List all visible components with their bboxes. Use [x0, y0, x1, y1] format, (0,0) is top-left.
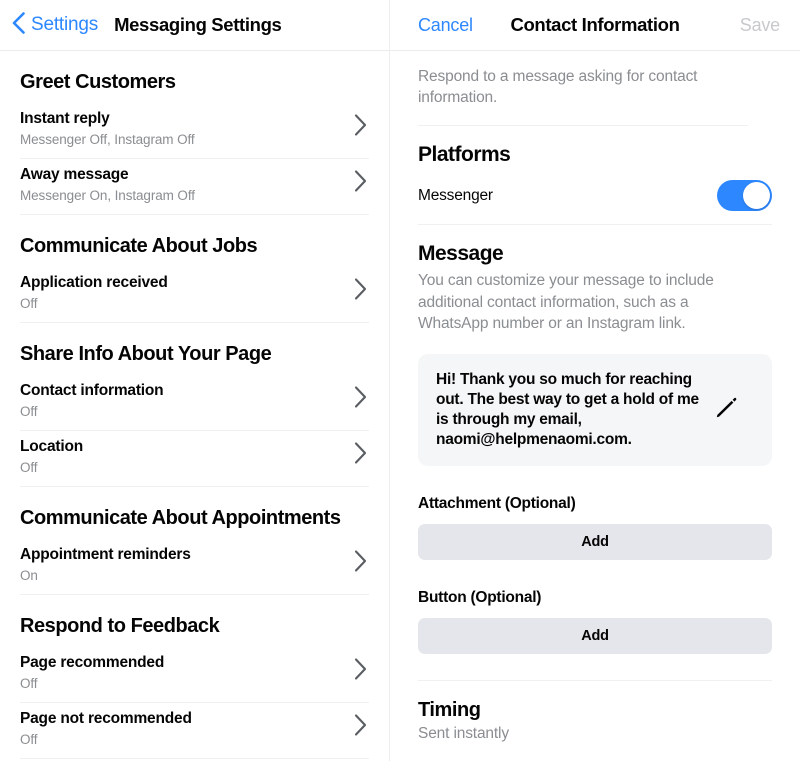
chevron-right-icon [354, 170, 367, 197]
settings-row-texts: Instant reply Messenger Off, Instagram Of… [20, 108, 195, 148]
chevron-right-icon [354, 658, 367, 685]
settings-row-texts: Location Off [20, 436, 83, 476]
section-heading: Communicate About Appointments [20, 507, 341, 529]
settings-row[interactable]: Location Off [20, 431, 369, 487]
chevron-right-icon [354, 714, 367, 741]
button-label: Button (Optional) [418, 588, 542, 606]
settings-row-texts: Page recommended Off [20, 652, 164, 692]
modal-title: Contact Information [510, 14, 680, 35]
section-heading: Communicate About Jobs [20, 235, 258, 257]
settings-row-status: Off [20, 732, 38, 747]
settings-row-title: Application received [20, 274, 168, 291]
intro-description: Respond to a message asking for contact … [418, 51, 748, 126]
settings-row-title: Location [20, 438, 83, 455]
section-heading: Share Info About Your Page [20, 343, 272, 365]
settings-row-texts: Appointment reminders On [20, 544, 191, 584]
chevron-right-icon [354, 550, 367, 577]
settings-row[interactable]: Appointment reminders On [20, 539, 369, 595]
settings-row-status: Off [20, 460, 38, 475]
page-title: Messaging Settings [114, 14, 282, 35]
settings-row[interactable]: Away message Messenger On, Instagram Off [20, 159, 369, 215]
settings-row-status: Off [20, 404, 38, 419]
chevron-left-icon [12, 11, 25, 39]
message-body-text: Hi! Thank you so much for reaching out. … [436, 370, 699, 448]
chevron-right-icon [354, 386, 367, 413]
settings-row[interactable]: Contact information Off [20, 375, 369, 431]
right-nav-bar: Cancel Contact Information Save [390, 0, 800, 51]
settings-row-title: Contact information [20, 382, 164, 399]
settings-row-title: Away message [20, 166, 129, 183]
contact-information-form: Respond to a message asking for contact … [390, 51, 800, 743]
contact-information-panel: Cancel Contact Information Save Respond … [390, 0, 800, 761]
settings-row[interactable]: Instant reply Messenger Off, Instagram Of… [20, 103, 369, 159]
add-button-button[interactable]: Add [418, 617, 772, 654]
section-heading: Greet Customers [20, 71, 176, 93]
back-label: Settings [31, 14, 99, 35]
left-nav-bar: Settings Messaging Settings [0, 0, 389, 51]
platform-row-messenger: Messenger [418, 167, 772, 225]
timing-heading: Timing [418, 698, 481, 721]
settings-row-texts: Page not recommended Off [20, 708, 192, 748]
messenger-toggle[interactable] [717, 180, 772, 211]
settings-row-texts: Away message Messenger On, Instagram Off [20, 164, 195, 204]
add-attachment-button[interactable]: Add [418, 523, 772, 560]
message-preview-box[interactable]: Hi! Thank you so much for reaching out. … [418, 353, 772, 466]
pencil-icon[interactable] [714, 395, 743, 425]
messaging-settings-panel: Settings Messaging Settings Greet Custom… [0, 0, 390, 761]
settings-row[interactable]: Application received Off [20, 267, 369, 323]
platforms-heading: Platforms [418, 143, 511, 166]
settings-row-texts: Application received Off [20, 272, 168, 312]
save-button[interactable]: Save [740, 15, 780, 36]
message-help-text: You can customize your message to includ… [418, 272, 714, 332]
section-heading: Respond to Feedback [20, 615, 220, 637]
settings-row[interactable]: Page recommended Off [20, 647, 369, 703]
settings-list: Greet Customers Instant reply Messenger Of… [0, 51, 389, 759]
settings-row[interactable]: Page not recommended Off [20, 703, 369, 759]
settings-row-title: Page recommended [20, 654, 165, 671]
attachment-label: Attachment (Optional) [418, 494, 576, 512]
settings-row-title: Instant reply [20, 110, 110, 127]
settings-row-texts: Contact information Off [20, 380, 164, 420]
toggle-knob [743, 182, 770, 209]
settings-row-status: Messenger Off, Instagram Off [20, 132, 195, 147]
timing-value: Sent instantly [418, 724, 509, 742]
app-root: Settings Messaging Settings Greet Custom… [0, 0, 800, 761]
settings-row-status: Off [20, 296, 38, 311]
chevron-right-icon [354, 442, 367, 469]
back-to-settings-button[interactable]: Settings [12, 11, 99, 39]
cancel-button[interactable]: Cancel [418, 15, 473, 36]
settings-row-status: Messenger On, Instagram Off [20, 188, 195, 203]
settings-row-status: On [20, 568, 38, 583]
chevron-right-icon [354, 278, 367, 305]
settings-row-status: Off [20, 676, 38, 691]
platform-label: Messenger [418, 186, 493, 204]
settings-row-title: Appointment reminders [20, 546, 191, 563]
settings-row-title: Page not recommended [20, 710, 192, 727]
chevron-right-icon [354, 114, 367, 141]
message-heading: Message [418, 242, 504, 265]
